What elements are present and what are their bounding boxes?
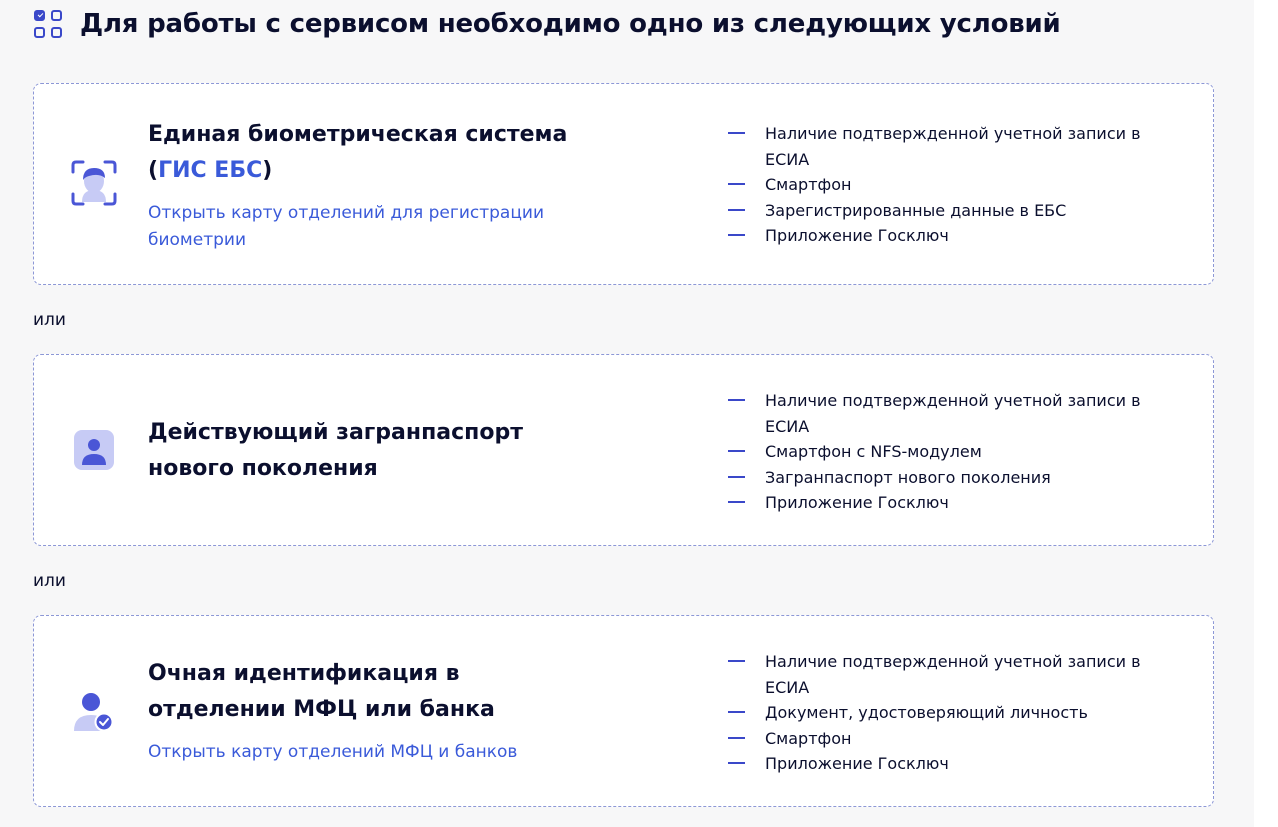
requirements-list: Наличие подтвержденной учетной записи в …: [728, 388, 1148, 516]
face-scan-icon: [71, 160, 117, 206]
requirement-item: Загранпаспорт нового поколения: [728, 465, 1148, 491]
requirements-list: Наличие подтвержденной учетной записи в …: [728, 121, 1148, 249]
option-title: Очная идентификация в отделении МФЦ или …: [148, 661, 495, 722]
option-card-in-person: Очная идентификация в отделении МФЦ или …: [33, 615, 1214, 807]
requirement-item: Приложение Госключ: [728, 751, 1148, 777]
checklist-grid-icon: [33, 8, 65, 40]
passport-user-icon: [71, 427, 117, 473]
requirement-item: Приложение Госключ: [728, 223, 1148, 249]
or-separator: или: [33, 310, 66, 330]
requirement-item: Наличие подтвержденной учетной записи в …: [728, 388, 1148, 439]
option-card-biometrics: Единая биометрическая система (ГИС ЕБС) …: [33, 83, 1214, 285]
content-panel: Для работы с сервисом необходимо одно из…: [0, 0, 1254, 827]
mfc-bank-map-link[interactable]: Открыть карту отделений МФЦ и банков: [148, 739, 588, 766]
or-separator: или: [33, 571, 66, 591]
page-title: Для работы с сервисом необходимо одно из…: [80, 9, 1061, 39]
requirement-item: Приложение Госключ: [728, 490, 1148, 516]
biometrics-map-link[interactable]: Открыть карту отделений для регистрации …: [148, 200, 588, 254]
requirement-item: Смартфон: [728, 726, 1148, 752]
option-title: Единая биометрическая система (ГИС ЕБС): [148, 117, 578, 189]
requirements-list: Наличие подтвержденной учетной записи в …: [728, 649, 1148, 777]
title-suffix: ): [262, 158, 273, 183]
page-header: Для работы с сервисом необходимо одно из…: [33, 4, 1061, 44]
requirement-item: Наличие подтвержденной учетной записи в …: [728, 121, 1148, 172]
option-title: Действующий загранпаспорт нового поколен…: [148, 420, 523, 481]
verified-user-icon: [71, 689, 117, 735]
requirement-item: Смартфон: [728, 172, 1148, 198]
requirement-item: Зарегистрированные данные в ЕБС: [728, 198, 1148, 224]
requirement-item: Наличие подтвержденной учетной записи в …: [728, 649, 1148, 700]
requirement-item: Документ, удостоверяющий личность: [728, 700, 1148, 726]
gis-ebs-link[interactable]: ГИС ЕБС: [158, 158, 262, 183]
requirement-item: Смартфон с NFS-модулем: [728, 439, 1148, 465]
option-card-passport: Действующий загранпаспорт нового поколен…: [33, 354, 1214, 546]
